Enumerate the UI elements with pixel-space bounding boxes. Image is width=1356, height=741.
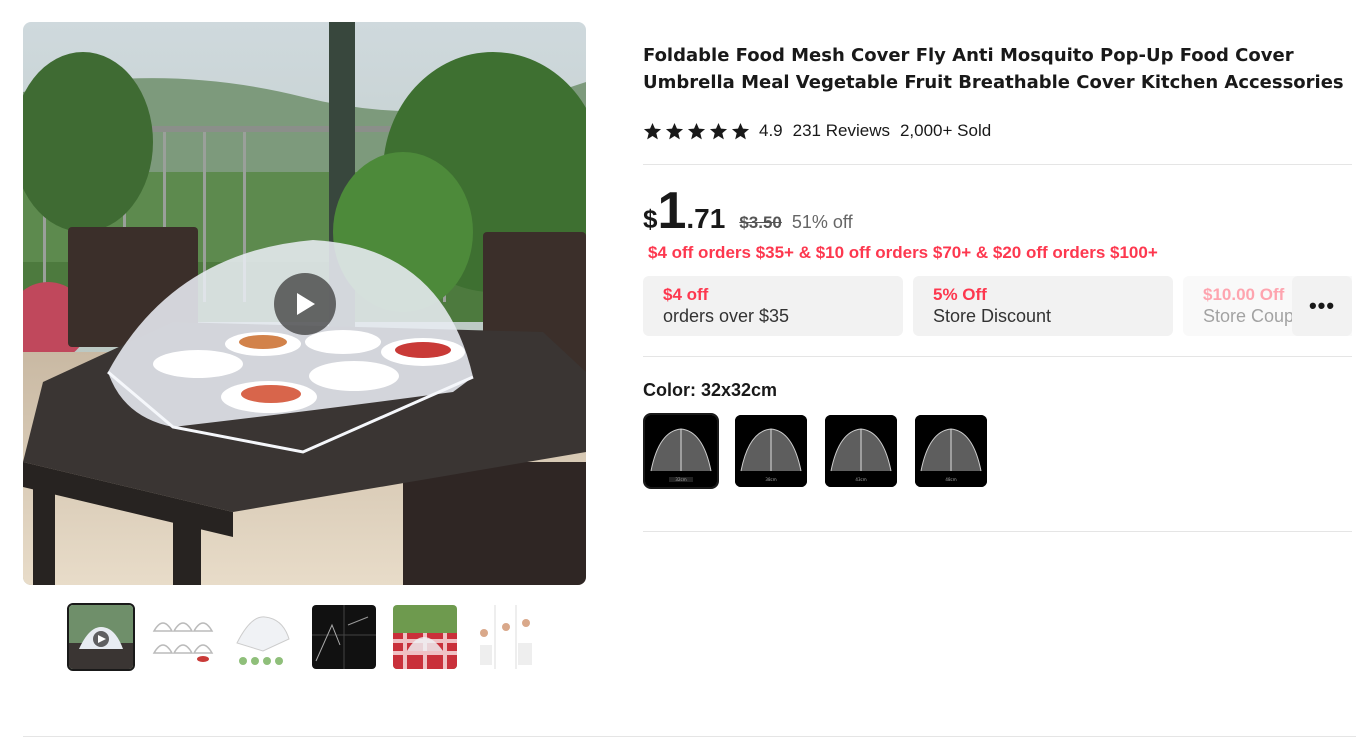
rating-row: 4.9 231 Reviews 2,000+ Sold <box>643 118 1352 144</box>
thumbnail-2[interactable] <box>148 603 216 671</box>
section-divider <box>23 736 1356 737</box>
price-decimal: .71 <box>686 203 726 234</box>
divider <box>643 531 1352 532</box>
star-icon <box>709 122 728 139</box>
color-swatches: 32cm 38cm 43cm 48cm <box>643 413 1352 489</box>
color-swatch-32cm[interactable]: 32cm <box>643 413 719 489</box>
discount-percent: 51% off <box>791 212 853 232</box>
promo-text[interactable]: $4 off orders $35+ & $10 off orders $70+… <box>648 243 1352 263</box>
thumbnail-6[interactable] <box>472 603 540 671</box>
product-title: Foldable Food Mesh Cover Fly Anti Mosqui… <box>643 45 1344 93</box>
thumbnail-3[interactable] <box>229 603 297 671</box>
star-icon <box>731 122 750 139</box>
coupon-subtitle: Store Discount <box>933 306 1052 326</box>
original-price: $3.50 <box>739 213 782 232</box>
sold-count: 2,000+ Sold <box>899 121 992 140</box>
swatch-image: 43cm <box>825 415 897 487</box>
thumbnail-5[interactable] <box>391 603 459 671</box>
star-icon <box>643 122 662 139</box>
color-label: Color: 32x32cm <box>643 380 778 400</box>
thumbnail-gallery <box>67 603 540 671</box>
product-info: Foldable Food Mesh Cover Fly Anti Mosqui… <box>643 42 1352 532</box>
star-icon <box>665 122 684 139</box>
main-product-image[interactable] <box>23 22 586 585</box>
play-icon <box>297 293 315 315</box>
color-swatch-38cm[interactable]: 38cm <box>733 413 809 489</box>
thumbnail-image <box>69 605 133 669</box>
star-rating[interactable] <box>643 122 750 141</box>
thumbnail-4[interactable] <box>310 603 378 671</box>
swatch-caption: 38cm <box>765 477 776 482</box>
thumbnail-1[interactable] <box>67 603 135 671</box>
divider <box>643 164 1352 165</box>
star-icon <box>687 122 706 139</box>
rating-value: 4.9 <box>759 121 783 140</box>
coupon-title: $4 off <box>663 285 709 304</box>
thumbnail-image <box>231 605 295 669</box>
coupon-subtitle: orders over $35 <box>663 306 790 326</box>
coupon-title: 5% Off <box>933 285 987 304</box>
price-currency: $ <box>643 204 658 234</box>
color-swatch-48cm[interactable]: 48cm <box>913 413 989 489</box>
swatch-caption: 32cm <box>675 477 686 482</box>
swatch-caption: 43cm <box>855 477 866 482</box>
play-video-button[interactable] <box>274 273 336 335</box>
reviews-link[interactable]: 231 Reviews <box>793 121 890 141</box>
price: $ 1 .71 $3.50 51% off <box>643 185 1352 237</box>
thumbnail-image <box>474 605 538 669</box>
price-integer: 1 <box>657 182 687 240</box>
divider <box>643 356 1352 357</box>
color-swatch-43cm[interactable]: 43cm <box>823 413 899 489</box>
thumbnail-image <box>393 605 457 669</box>
thumbnail-image <box>312 605 376 669</box>
thumbnail-image <box>150 605 214 669</box>
swatch-caption: 48cm <box>945 477 956 482</box>
coupon-card[interactable]: $4 off orders over $35 <box>643 276 903 336</box>
swatch-image: 38cm <box>735 415 807 487</box>
swatch-image: 48cm <box>915 415 987 487</box>
coupon-list: $4 off orders over $35 5% Off Store Disc… <box>643 276 1352 336</box>
more-coupons-button[interactable]: ••• <box>1292 276 1352 336</box>
swatch-image: 32cm <box>645 415 717 487</box>
coupon-card[interactable]: 5% Off Store Discount <box>913 276 1173 336</box>
